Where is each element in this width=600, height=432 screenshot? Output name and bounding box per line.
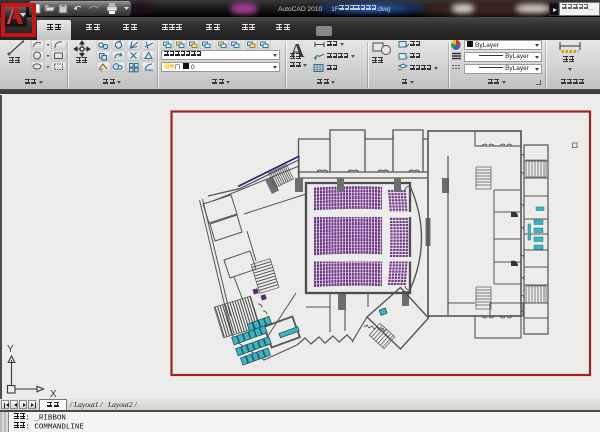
svg-text:Y: Y [7, 344, 14, 355]
